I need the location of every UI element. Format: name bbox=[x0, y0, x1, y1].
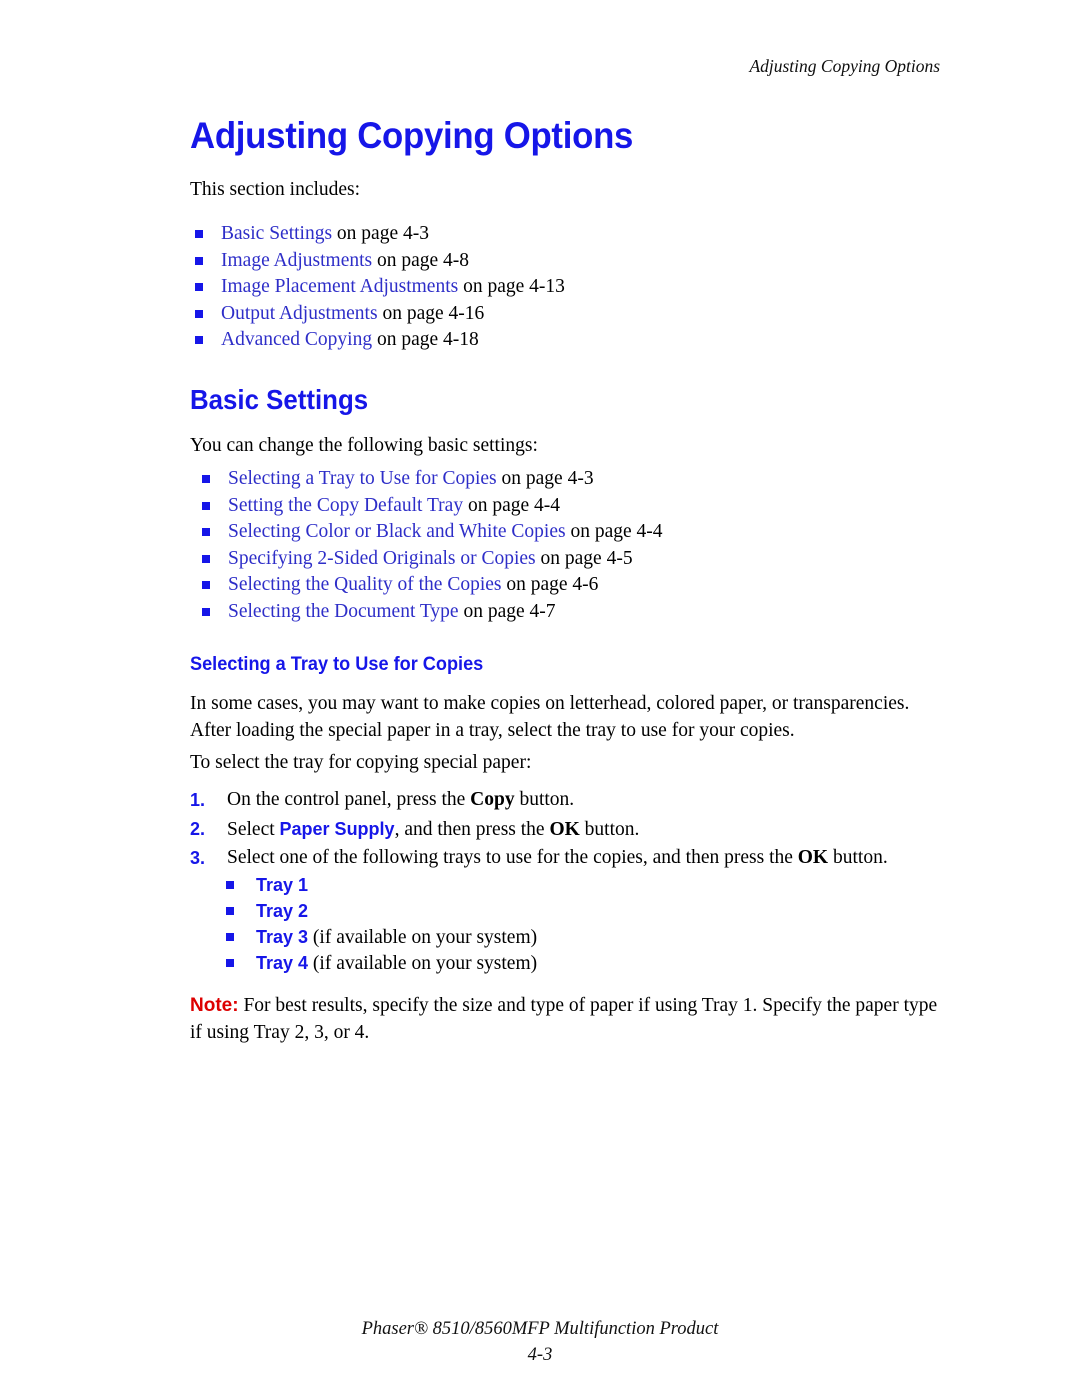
cross-reference-page: on page 4-3 bbox=[496, 468, 594, 489]
tray-option-note: (if available on your system) bbox=[308, 953, 538, 974]
list-item: Tray 1 bbox=[190, 872, 537, 898]
cross-reference-page: on page 4-3 bbox=[332, 223, 429, 244]
cross-reference-page: on page 4-18 bbox=[372, 329, 479, 350]
step-text-pre: Select one of the following trays to use… bbox=[227, 847, 798, 868]
bullet-square-icon bbox=[195, 230, 203, 238]
cross-reference-page: on page 4-16 bbox=[377, 302, 485, 324]
basic-settings-list: Selecting a Tray to Use for Copies on pa… bbox=[190, 466, 663, 625]
bullet-square-icon bbox=[226, 907, 234, 915]
button-name-ok: OK bbox=[549, 818, 580, 840]
section-includes-list: Basic Settings on page 4-3 Image Adjustm… bbox=[190, 221, 565, 354]
bullet-square-icon bbox=[226, 881, 234, 889]
step-text-pre: Select bbox=[227, 818, 280, 840]
list-item: Tray 3 (if available on your system) bbox=[190, 924, 537, 950]
bullet-square-icon bbox=[195, 256, 203, 265]
bullet-square-icon bbox=[202, 554, 210, 563]
list-item[interactable]: Output Adjustments on page 4-16 bbox=[190, 301, 565, 328]
cross-reference-link[interactable]: Basic Settings bbox=[221, 223, 332, 244]
note-text: For best results, specify the size and t… bbox=[190, 995, 938, 1043]
cross-reference-page: on page 4-8 bbox=[372, 249, 470, 271]
list-item: Tray 4 (if available on your system) bbox=[190, 950, 537, 976]
cross-reference-link[interactable]: Advanced Copying bbox=[221, 329, 372, 350]
bullet-square-icon bbox=[226, 933, 234, 941]
selecting-tray-paragraph-1: In some cases, you may want to make copi… bbox=[190, 693, 910, 741]
footer-page-number: 4-3 bbox=[527, 1345, 553, 1365]
page-footer: Phaser® 8510/8560MFP Multifunction Produ… bbox=[0, 1316, 1080, 1368]
cross-reference-link[interactable]: Output Adjustments bbox=[221, 303, 378, 324]
cross-reference-link[interactable]: Selecting the Document Type bbox=[228, 601, 459, 622]
list-item[interactable]: Selecting the Quality of the Copies on p… bbox=[190, 572, 663, 599]
footer-product-name: Phaser® 8510/8560MFP Multifunction Produ… bbox=[361, 1319, 719, 1339]
step-item: 3. Select one of the following trays to u… bbox=[190, 844, 950, 873]
selecting-tray-paragraph-2: To select the tray for copying special p… bbox=[190, 752, 532, 773]
cross-reference-page: on page 4-6 bbox=[501, 574, 599, 595]
tray-options-list: Tray 1 Tray 2 Tray 3 (if available on yo… bbox=[190, 872, 537, 976]
step-number: 2. bbox=[190, 818, 206, 839]
running-header: Adjusting Copying Options bbox=[749, 56, 940, 76]
document-page: Adjusting Copying Options Adjusting Copy… bbox=[0, 0, 1080, 1397]
list-item[interactable]: Basic Settings on page 4-3 bbox=[190, 221, 565, 248]
tray-option-label: Tray 1 bbox=[256, 875, 309, 895]
cross-reference-link[interactable]: Image Placement Adjustments bbox=[221, 276, 458, 297]
step-text-pre: On the control panel, press the bbox=[227, 789, 471, 810]
tray-option-label: Tray 2 bbox=[256, 901, 309, 921]
button-name-ok: OK bbox=[797, 847, 829, 868]
step-item: 1. On the control panel, press the Copy b… bbox=[190, 786, 950, 815]
cross-reference-page: on page 4-7 bbox=[458, 600, 556, 622]
section-heading-basic-settings: Basic Settings bbox=[190, 384, 369, 415]
list-item[interactable]: Selecting the Document Type on page 4-7 bbox=[190, 599, 663, 626]
bullet-square-icon bbox=[195, 283, 203, 291]
list-item[interactable]: Selecting Color or Black and White Copie… bbox=[190, 519, 663, 546]
bullet-square-icon bbox=[202, 528, 210, 536]
cross-reference-link[interactable]: Selecting a Tray to Use for Copies bbox=[228, 468, 497, 489]
cross-reference-link[interactable]: Setting the Copy Default Tray bbox=[228, 495, 463, 516]
bullet-square-icon bbox=[202, 581, 210, 589]
cross-reference-link[interactable]: Image Adjustments bbox=[221, 250, 372, 271]
list-item[interactable]: Advanced Copying on page 4-18 bbox=[190, 327, 565, 354]
bullet-square-icon bbox=[226, 959, 234, 967]
step-number: 3. bbox=[190, 848, 206, 868]
note-label: Note: bbox=[190, 995, 239, 1016]
cross-reference-link[interactable]: Selecting the Quality of the Copies bbox=[228, 574, 502, 595]
list-item[interactable]: Setting the Copy Default Tray on page 4-… bbox=[190, 493, 663, 520]
step-text-post: button. bbox=[828, 847, 888, 868]
tray-option-label: Tray 4 bbox=[256, 953, 309, 973]
cross-reference-page: on page 4-13 bbox=[458, 276, 565, 297]
step-item: 2. Select Paper Supply, and then press th… bbox=[190, 815, 950, 845]
menu-name-paper-supply: Paper Supply bbox=[279, 818, 395, 839]
bullet-square-icon bbox=[202, 501, 210, 510]
step-text-post: button. bbox=[579, 818, 640, 840]
step-text-post: button. bbox=[514, 789, 575, 810]
list-item[interactable]: Image Placement Adjustments on page 4-13 bbox=[190, 274, 565, 301]
cross-reference-page: on page 4-4 bbox=[565, 521, 663, 542]
cross-reference-link[interactable]: Selecting Color or Black and White Copie… bbox=[228, 521, 566, 542]
tray-option-note: (if available on your system) bbox=[308, 927, 538, 948]
cross-reference-link[interactable]: Specifying 2-Sided Originals or Copies bbox=[228, 548, 536, 569]
basic-settings-intro: You can change the following basic setti… bbox=[190, 435, 538, 456]
list-item[interactable]: Selecting a Tray to Use for Copies on pa… bbox=[190, 466, 663, 493]
bullet-square-icon bbox=[202, 475, 210, 483]
note-block: Note: For best results, specify the size… bbox=[190, 992, 950, 1046]
intro-paragraph: This section includes: bbox=[190, 179, 361, 200]
procedure-steps: 1. On the control panel, press the Copy b… bbox=[190, 786, 950, 873]
bullet-square-icon bbox=[195, 336, 203, 344]
page-title: Adjusting Copying Options bbox=[190, 115, 634, 156]
list-item: Tray 2 bbox=[190, 898, 537, 924]
list-item[interactable]: Specifying 2-Sided Originals or Copies o… bbox=[190, 546, 663, 573]
step-text-mid: , and then press the bbox=[394, 818, 550, 840]
step-number: 1. bbox=[190, 790, 206, 810]
cross-reference-page: on page 4-5 bbox=[535, 547, 633, 569]
bullet-square-icon bbox=[202, 607, 210, 616]
button-name-copy: Copy bbox=[470, 789, 515, 810]
subsection-heading-selecting-tray: Selecting a Tray to Use for Copies bbox=[190, 653, 484, 675]
cross-reference-page: on page 4-4 bbox=[463, 494, 561, 516]
list-item[interactable]: Image Adjustments on page 4-8 bbox=[190, 248, 565, 275]
bullet-square-icon bbox=[195, 309, 203, 318]
tray-option-label: Tray 3 bbox=[256, 927, 309, 947]
